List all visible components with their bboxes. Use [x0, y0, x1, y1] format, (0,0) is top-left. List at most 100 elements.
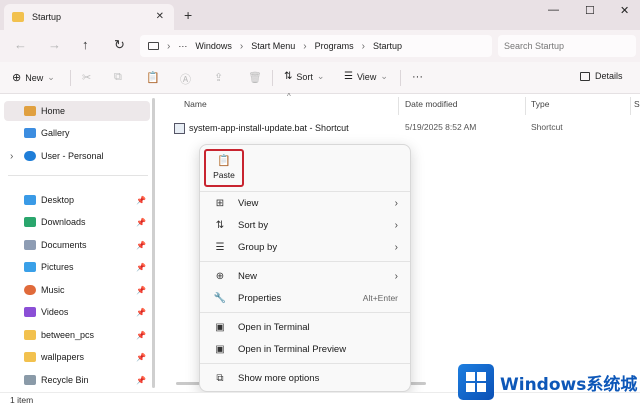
sidebar-item-videos[interactable]: Videos 📌 — [4, 302, 150, 322]
menu-item-new[interactable]: ⊕ New › — [204, 266, 406, 286]
windows-logo-icon — [458, 364, 494, 400]
sidebar-item-wallpapers[interactable]: wallpapers 📌 — [4, 347, 150, 367]
menu-item-open-in-terminal[interactable]: ▣ Open in Terminal — [204, 317, 406, 337]
menu-divider — [200, 191, 410, 192]
breadcrumb[interactable]: › ··· Windows › Start Menu › Programs › … — [140, 35, 492, 57]
more-options-icon[interactable]: ··· — [412, 71, 423, 83]
tab-close-icon[interactable]: ✕ — [156, 11, 164, 22]
details-button[interactable]: Details — [580, 71, 623, 81]
sidebar-item-label: Recycle Bin — [41, 375, 89, 385]
chevron-right-icon: › — [394, 270, 398, 282]
breadcrumb-programs[interactable]: Programs — [315, 41, 354, 51]
menu-item-group-by[interactable]: ☰ Group by › — [204, 237, 406, 257]
view-button[interactable]: ☰ View ⌄ — [344, 71, 388, 82]
pin-icon[interactable]: 📌 — [136, 308, 146, 317]
delete-icon[interactable]: 🗑 — [248, 71, 262, 84]
back-button[interactable]: ← — [14, 38, 27, 52]
column-header-name[interactable]: Name — [184, 99, 207, 109]
forward-button[interactable]: → — [48, 38, 61, 52]
menu-item-show-more-options[interactable]: ⧉ Show more options — [204, 368, 406, 388]
chevron-right-icon: › — [361, 40, 365, 52]
clipboard-icon: 📋 — [217, 155, 231, 167]
file-type: Shortcut — [531, 122, 563, 132]
breadcrumb-start-menu[interactable]: Start Menu — [251, 41, 295, 51]
new-icon: ⊕ — [215, 270, 225, 282]
column-divider[interactable] — [630, 97, 631, 115]
paste-button[interactable]: 📋 Paste — [204, 149, 244, 187]
column-divider[interactable] — [398, 97, 399, 115]
sidebar-item-user-personal[interactable]: › User - Personal — [4, 146, 150, 166]
share-icon[interactable]: ⇪ — [214, 71, 223, 84]
breadcrumb-startup[interactable]: Startup — [373, 41, 402, 51]
plus-circle-icon: ⊕ — [12, 72, 22, 84]
new-button[interactable]: ⊕ New ⌄ — [12, 71, 55, 84]
paste-label: Paste — [213, 170, 235, 180]
chevron-down-icon: ⌄ — [316, 71, 325, 81]
close-window-button[interactable]: ✕ — [620, 4, 629, 17]
tab-startup[interactable]: Startup ✕ — [4, 4, 174, 30]
breadcrumb-ellipsis[interactable]: ··· — [178, 41, 187, 51]
sidebar-item-recycle-bin[interactable]: Recycle Bin 📌 — [4, 370, 150, 390]
pictures-icon — [24, 262, 36, 272]
column-header-type[interactable]: Type — [531, 99, 549, 109]
cloud-icon — [24, 151, 36, 161]
column-header-date[interactable]: Date modified — [405, 99, 457, 109]
folder-icon — [12, 12, 24, 22]
sidebar-item-music[interactable]: Music 📌 — [4, 280, 150, 300]
chevron-right-icon[interactable]: › — [10, 151, 13, 162]
windows-logo-glyph — [466, 372, 486, 392]
sidebar-item-gallery[interactable]: Gallery — [4, 123, 150, 143]
navigation-pane: Home Gallery › User - Personal Desktop 📌… — [0, 95, 158, 392]
menu-item-properties[interactable]: 🔧 Properties Alt+Enter — [204, 288, 406, 308]
sidebar-item-desktop[interactable]: Desktop 📌 — [4, 190, 150, 210]
up-button[interactable]: ↑ — [82, 38, 89, 52]
menu-item-sort-by[interactable]: ⇅ Sort by › — [204, 215, 406, 235]
refresh-button[interactable]: ↻ — [114, 38, 125, 52]
pin-icon[interactable]: 📌 — [136, 376, 146, 385]
sidebar-scrollbar[interactable] — [152, 98, 155, 388]
pin-icon[interactable]: 📌 — [136, 218, 146, 227]
pin-icon[interactable]: 📌 — [136, 263, 146, 272]
paste-icon[interactable]: 📋 — [146, 71, 160, 84]
breadcrumb-windows[interactable]: Windows — [195, 41, 232, 51]
column-header-size[interactable]: S — [634, 99, 640, 109]
item-count: 1 item — [10, 395, 34, 405]
minimize-button[interactable]: — — [548, 4, 559, 16]
cut-icon[interactable]: ✂ — [82, 71, 91, 84]
wrench-icon: 🔧 — [213, 292, 227, 304]
table-row[interactable]: system-app-install-update.bat - Shortcut — [174, 119, 349, 137]
pin-icon[interactable]: 📌 — [136, 241, 146, 250]
details-button-label: Details — [595, 71, 623, 81]
menu-item-view[interactable]: ⊞ View › — [204, 193, 406, 213]
recycle-bin-icon — [24, 375, 36, 385]
column-divider[interactable] — [525, 97, 526, 115]
home-icon — [24, 106, 36, 116]
menu-divider — [200, 261, 410, 262]
sidebar-item-downloads[interactable]: Downloads 📌 — [4, 212, 150, 232]
tab-title: Startup — [32, 12, 62, 22]
sidebar-item-label: wallpapers — [41, 352, 85, 362]
sidebar-item-label: Pictures — [41, 262, 74, 272]
chevron-right-icon: › — [394, 219, 398, 231]
menu-item-label: Sort by — [238, 219, 269, 231]
search-input[interactable]: Search Startup — [498, 35, 636, 57]
pin-icon[interactable]: 📌 — [136, 196, 146, 205]
maximize-button[interactable]: ☐ — [585, 4, 595, 17]
sidebar-item-between-pcs[interactable]: between_pcs 📌 — [4, 325, 150, 345]
chevron-down-icon: ⌄ — [47, 72, 55, 82]
menu-item-open-in-terminal-preview[interactable]: ▣ Open in Terminal Preview — [204, 339, 406, 359]
sort-button[interactable]: ⇅ Sort ⌄ — [284, 71, 324, 82]
rename-icon[interactable]: Ⓐ — [180, 71, 191, 87]
new-tab-button[interactable]: + — [184, 8, 192, 22]
desktop-icon — [24, 195, 36, 205]
monitor-icon — [148, 42, 159, 50]
sidebar-item-documents[interactable]: Documents 📌 — [4, 235, 150, 255]
copy-icon[interactable]: ⧉ — [114, 71, 122, 84]
sidebar-item-pictures[interactable]: Pictures 📌 — [4, 257, 150, 277]
pin-icon[interactable]: 📌 — [136, 286, 146, 295]
sidebar-item-home[interactable]: Home — [4, 101, 150, 121]
pin-icon[interactable]: 📌 — [136, 331, 146, 340]
sidebar-item-label: User - Personal — [41, 151, 104, 161]
chevron-right-icon: › — [167, 40, 171, 52]
pin-icon[interactable]: 📌 — [136, 353, 146, 362]
